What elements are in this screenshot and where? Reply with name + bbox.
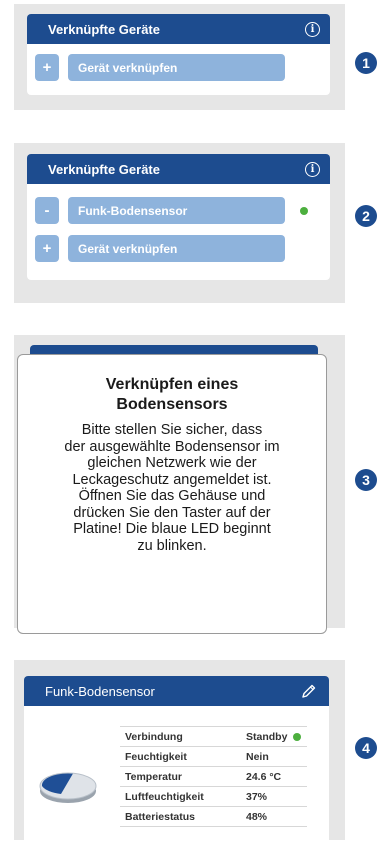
linked-devices-card: Verknüpfte Geräte i - Funk-Bodensensor +… (27, 154, 330, 280)
step-badge-2: 2 (355, 205, 377, 227)
card-header: Funk-Bodensensor (24, 676, 329, 706)
dialog-text-line: Öffnen Sie das Gehäuse und (78, 488, 266, 504)
dialog-title-line2: Bodensensors (116, 396, 228, 413)
table-row: Temperatur 24.6 °C (120, 766, 307, 787)
status-label: Luftfeuchtigkeit (120, 786, 241, 807)
dialog-text-line: Leckageschutz angemeldet ist. (72, 471, 272, 488)
link-device-button[interactable]: Gerät verknüpfen (68, 235, 285, 262)
table-row: Feuchtigkeit Nein (120, 746, 307, 767)
dialog-text-line: der ausgewählte Bodensensor im (64, 438, 280, 455)
connection-status-dot (293, 732, 302, 741)
status-value: 48% (241, 806, 307, 827)
edit-pencil-icon[interactable] (301, 683, 317, 699)
card-title: Verknüpfte Geräte (48, 21, 160, 37)
dialog-text-line: Bitte stellen Sie sicher, dass (81, 422, 263, 438)
connection-status-dot (300, 206, 308, 215)
link-sensor-dialog: Verknüpfen eines Bodensensors Bitte stel… (17, 354, 327, 634)
status-label: Batteriestatus (120, 806, 241, 827)
card-header: Verknüpfte Geräte i (27, 154, 330, 184)
dialog-text-line: Platine! Die blaue LED beginnt (73, 521, 271, 537)
card-header: Verknüpfte Geräte i (27, 14, 330, 44)
sensor-status-table: Verbindung Standby Feuchtigkeit Nein Tem… (120, 726, 307, 827)
add-device-plus-button[interactable]: + (35, 54, 59, 81)
link-device-button[interactable]: Gerät verknüpfen (68, 54, 285, 81)
floor-sensor-device-image (37, 764, 99, 813)
table-row: Luftfeuchtigkeit 37% (120, 786, 307, 807)
sensor-title: Funk-Bodensensor (45, 683, 155, 699)
status-label: Feuchtigkeit (120, 746, 241, 767)
linked-devices-card: Verknüpfte Geräte i + Gerät verknüpfen (27, 14, 330, 95)
table-row: Verbindung Standby (120, 726, 307, 747)
dialog-text-line: zu blinken. (137, 537, 207, 554)
dialog-title-line1: Verknüpfen eines (105, 376, 239, 393)
status-value: Standby (246, 730, 288, 743)
add-device-plus-button[interactable]: + (35, 235, 59, 262)
status-label: Verbindung (120, 726, 241, 747)
dialog-text-line: drücken Sie den Taster auf der (73, 504, 271, 521)
status-label: Temperatur (120, 766, 241, 787)
status-value: 24.6 °C (241, 766, 307, 787)
status-value: 37% (241, 786, 307, 807)
sensor-detail-card: Funk-Bodensensor Verbindung Standby Feuc… (24, 676, 329, 840)
table-row: Batteriestatus 48% (120, 806, 307, 827)
device-funk-bodensensor[interactable]: Funk-Bodensensor (68, 197, 285, 224)
step-badge-1: 1 (355, 52, 377, 74)
dialog-text-line: gleichen Netzwerk wie der (87, 455, 257, 471)
remove-device-minus-button[interactable]: - (35, 197, 59, 224)
step-badge-4: 4 (355, 737, 377, 759)
step-badge-3: 3 (355, 469, 377, 491)
info-icon[interactable]: i (305, 21, 320, 37)
card-title: Verknüpfte Geräte (48, 161, 160, 177)
status-value: Nein (241, 746, 307, 767)
info-icon[interactable]: i (305, 161, 320, 177)
